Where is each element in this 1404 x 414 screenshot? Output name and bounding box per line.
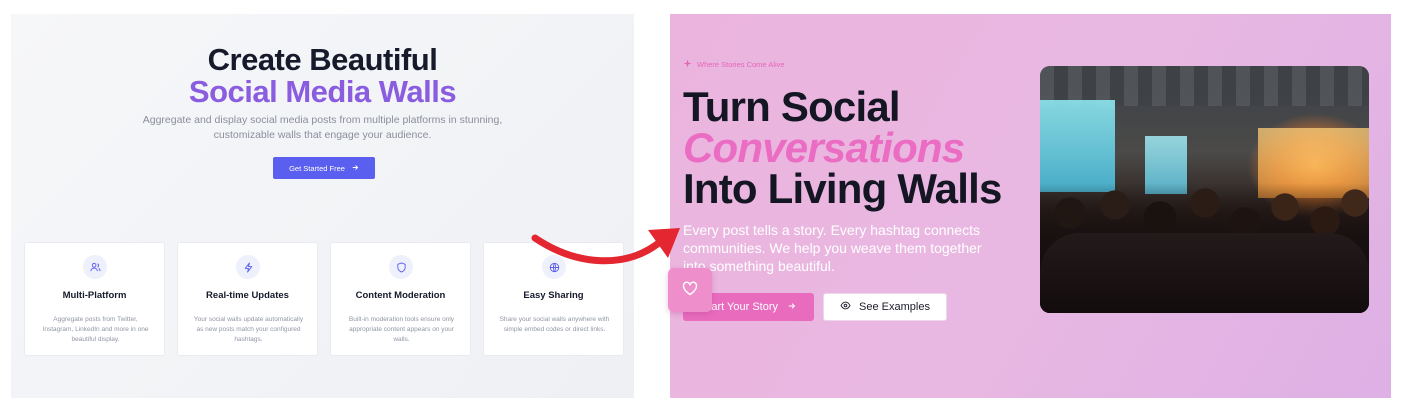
feature-title: Content Moderation [355, 290, 446, 301]
feature-desc: Share your social walls anywhere with si… [499, 316, 610, 333]
get-started-button[interactable]: Get Started Free [273, 157, 375, 179]
hero-subtitle: Aggregate and display social media posts… [142, 114, 503, 141]
feature-card-moderation: Content Moderation Built-in moderation t… [330, 242, 471, 356]
see-examples-button[interactable]: See Examples [823, 293, 947, 321]
event-crowd-photo [1040, 66, 1369, 313]
eye-icon [840, 301, 851, 313]
feature-desc: Your social walls update automatically a… [193, 316, 304, 343]
tagline-text: Where Stories Come Alive [697, 60, 785, 69]
feature-title: Easy Sharing [523, 290, 584, 301]
comparison-stage: Create Beautiful Social Media Walls Aggr… [0, 0, 1404, 414]
arrow-right-icon [788, 301, 796, 313]
see-examples-label: See Examples [859, 301, 930, 313]
before-hero-panel: Create Beautiful Social Media Walls Aggr… [11, 14, 634, 398]
display-screen [1040, 100, 1115, 192]
feature-card-real-time: Real-time Updates Your social walls upda… [177, 242, 318, 356]
audience-foreground [1040, 233, 1369, 313]
hero-title-line2: Social Media Walls [188, 74, 457, 109]
feature-card-multi-platform: Multi-Platform Aggregate posts from Twit… [24, 242, 165, 356]
get-started-label: Get Started Free [289, 163, 345, 173]
heart-icon [682, 281, 698, 299]
hero-heading-line3: Into Living Walls [683, 165, 1002, 212]
hero-tagline: Where Stories Come Alive [683, 59, 785, 70]
feature-title: Real-time Updates [206, 290, 289, 301]
sparkle-icon [683, 59, 692, 70]
arrow-right-icon [352, 164, 359, 173]
shield-icon [389, 255, 413, 279]
start-story-label: Start Your Story [700, 301, 779, 313]
feature-desc: Built-in moderation tools ensure only ap… [348, 316, 455, 343]
after-hero-panel: Where Stories Come Alive Turn Social Con… [670, 14, 1391, 398]
users-icon [83, 255, 107, 279]
feature-title: Multi-Platform [62, 290, 127, 301]
curved-arrow-icon [531, 228, 680, 265]
feature-desc: Aggregate posts from Twitter, Instagram,… [42, 316, 149, 343]
hero-title-line1: Create Beautiful [207, 42, 438, 77]
lightning-icon [236, 255, 260, 279]
hero-subtitle: Every post tells a story. Every hashtag … [683, 222, 982, 274]
